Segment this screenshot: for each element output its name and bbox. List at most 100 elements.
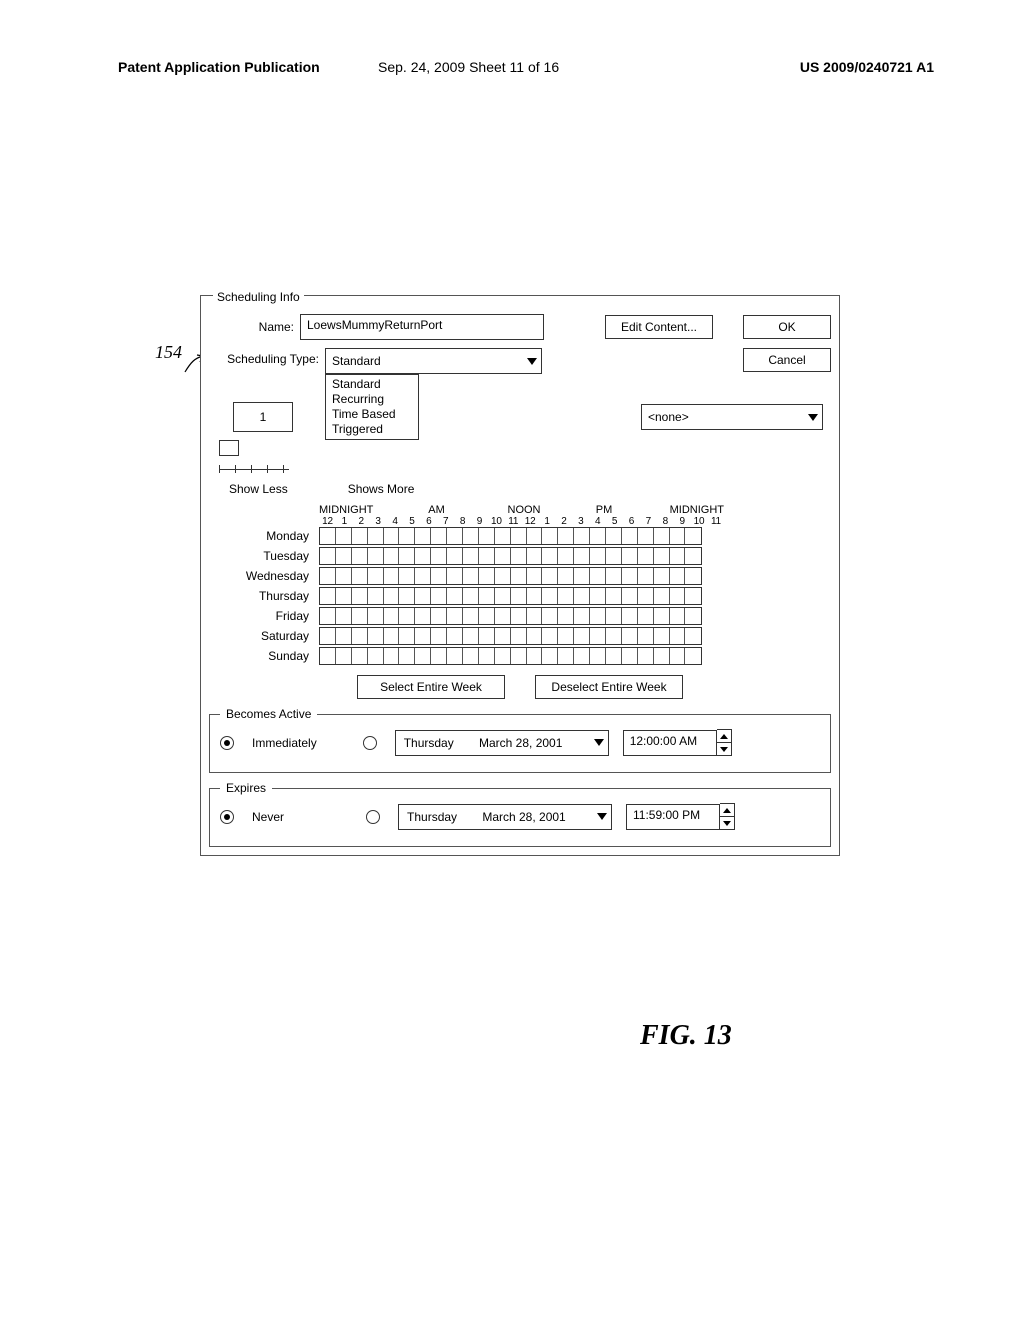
hour-cell[interactable] [352, 628, 368, 644]
hour-cell[interactable] [431, 548, 447, 564]
hour-cell[interactable] [431, 628, 447, 644]
becomes-active-time-spinner[interactable] [717, 729, 732, 756]
hour-cell[interactable] [606, 568, 622, 584]
hour-cell[interactable] [654, 568, 670, 584]
hour-cell[interactable] [320, 528, 336, 544]
spinner-up-icon[interactable] [717, 730, 731, 743]
hour-cell[interactable] [558, 648, 574, 664]
hour-cell[interactable] [527, 568, 543, 584]
hour-cell[interactable] [415, 568, 431, 584]
hour-cell[interactable] [670, 588, 686, 604]
hour-cell[interactable] [685, 648, 701, 664]
hour-cell[interactable] [670, 528, 686, 544]
day-hour-cells[interactable] [319, 647, 702, 665]
hour-cell[interactable] [606, 548, 622, 564]
hour-cell[interactable] [479, 608, 495, 624]
hour-cell[interactable] [574, 588, 590, 604]
hour-cell[interactable] [495, 568, 511, 584]
hour-cell[interactable] [527, 608, 543, 624]
hour-cell[interactable] [574, 568, 590, 584]
becomes-active-time-input[interactable]: 12:00:00 AM [623, 730, 717, 756]
becomes-active-immediately-radio[interactable] [220, 736, 234, 750]
hour-cell[interactable] [336, 548, 352, 564]
hour-cell[interactable] [638, 568, 654, 584]
hour-cell[interactable] [670, 628, 686, 644]
deselect-entire-week-button[interactable]: Deselect Entire Week [535, 675, 683, 699]
edit-content-button[interactable]: Edit Content... [605, 315, 713, 339]
slider-handle[interactable] [219, 440, 239, 456]
hour-cell[interactable] [574, 628, 590, 644]
hour-cell[interactable] [558, 568, 574, 584]
hour-cell[interactable] [352, 568, 368, 584]
hour-cell[interactable] [654, 648, 670, 664]
hour-cell[interactable] [336, 568, 352, 584]
hour-cell[interactable] [542, 528, 558, 544]
hour-cell[interactable] [558, 528, 574, 544]
hour-cell[interactable] [622, 608, 638, 624]
hour-cell[interactable] [511, 568, 527, 584]
scheduling-type-dropdown[interactable]: Standard [325, 348, 542, 374]
hour-cell[interactable] [384, 608, 400, 624]
hour-cell[interactable] [384, 648, 400, 664]
hour-cell[interactable] [399, 648, 415, 664]
hour-cell[interactable] [590, 608, 606, 624]
hour-cell[interactable] [352, 588, 368, 604]
hour-cell[interactable] [622, 628, 638, 644]
hour-cell[interactable] [542, 588, 558, 604]
hour-cell[interactable] [415, 628, 431, 644]
hour-cell[interactable] [574, 648, 590, 664]
hour-cell[interactable] [399, 588, 415, 604]
scheduling-type-option[interactable]: Time Based [332, 407, 412, 422]
hour-cell[interactable] [574, 548, 590, 564]
hour-cell[interactable] [463, 608, 479, 624]
hour-cell[interactable] [542, 608, 558, 624]
day-hour-cells[interactable] [319, 607, 702, 625]
day-hour-cells[interactable] [319, 567, 702, 585]
hour-cell[interactable] [495, 608, 511, 624]
hour-cell[interactable] [606, 648, 622, 664]
hour-cell[interactable] [368, 648, 384, 664]
hour-cell[interactable] [447, 608, 463, 624]
hour-cell[interactable] [606, 608, 622, 624]
hour-cell[interactable] [511, 588, 527, 604]
hour-cell[interactable] [368, 528, 384, 544]
hour-cell[interactable] [558, 588, 574, 604]
hour-cell[interactable] [590, 568, 606, 584]
hour-cell[interactable] [685, 628, 701, 644]
hour-cell[interactable] [415, 648, 431, 664]
hour-cell[interactable] [352, 548, 368, 564]
hour-cell[interactable] [479, 648, 495, 664]
hour-cell[interactable] [685, 588, 701, 604]
hour-cell[interactable] [415, 588, 431, 604]
hour-cell[interactable] [384, 528, 400, 544]
hour-cell[interactable] [447, 568, 463, 584]
hour-cell[interactable] [622, 528, 638, 544]
hour-cell[interactable] [542, 568, 558, 584]
day-hour-cells[interactable] [319, 627, 702, 645]
hour-cell[interactable] [558, 628, 574, 644]
hour-cell[interactable] [384, 568, 400, 584]
hour-cell[interactable] [368, 568, 384, 584]
hour-cell[interactable] [384, 628, 400, 644]
hour-cell[interactable] [511, 608, 527, 624]
hour-cell[interactable] [352, 528, 368, 544]
hour-cell[interactable] [654, 528, 670, 544]
hour-cell[interactable] [590, 628, 606, 644]
hour-cell[interactable] [495, 588, 511, 604]
hour-cell[interactable] [590, 548, 606, 564]
hour-cell[interactable] [685, 568, 701, 584]
hour-cell[interactable] [447, 528, 463, 544]
scheduling-type-listbox[interactable]: Standard Recurring Time Based Triggered [325, 374, 419, 440]
hour-cell[interactable] [431, 528, 447, 544]
hour-cell[interactable] [685, 528, 701, 544]
hour-cell[interactable] [447, 588, 463, 604]
hour-cell[interactable] [542, 628, 558, 644]
hour-cell[interactable] [638, 588, 654, 604]
expires-time-input[interactable]: 11:59:00 PM [626, 804, 720, 830]
hour-cell[interactable] [511, 528, 527, 544]
hour-cell[interactable] [463, 548, 479, 564]
hour-cell[interactable] [479, 528, 495, 544]
expires-date-dropdown[interactable]: Thursday March 28, 2001 [398, 804, 612, 830]
hour-cell[interactable] [495, 648, 511, 664]
hour-cell[interactable] [558, 548, 574, 564]
